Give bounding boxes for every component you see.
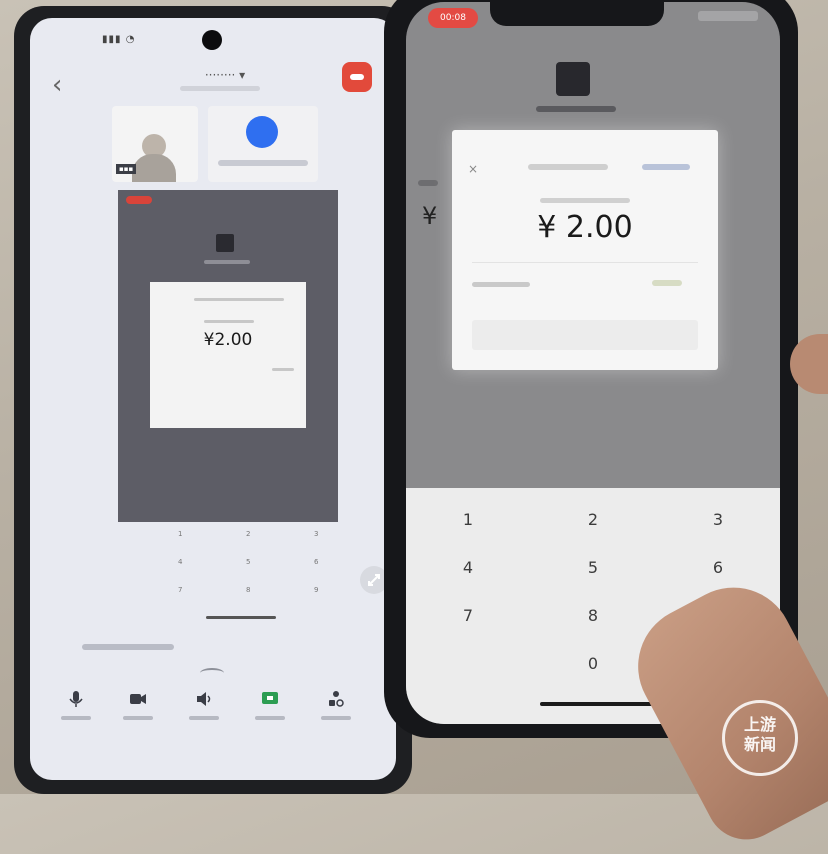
home-indicator xyxy=(540,702,664,706)
participant-body xyxy=(132,154,176,182)
payee-name xyxy=(536,106,616,112)
shared-amount: ¥2.00 xyxy=(203,330,253,350)
key-6[interactable]: 6 xyxy=(656,544,780,592)
notch xyxy=(490,2,664,26)
watermark-line: 新闻 xyxy=(743,735,776,754)
shared-key: 1 xyxy=(178,530,183,538)
key-0[interactable]: 0 xyxy=(531,640,655,688)
shared-dialog-link xyxy=(272,368,294,371)
shared-recording-indicator xyxy=(126,196,152,204)
shared-keypad: 1 2 3 4 5 6 7 8 9 xyxy=(118,516,338,616)
tool-label xyxy=(189,716,219,720)
front-camera xyxy=(202,30,222,50)
payment-method xyxy=(472,282,530,287)
tool-label xyxy=(123,716,153,720)
tool-label xyxy=(255,716,285,720)
microphone-button[interactable] xyxy=(50,690,102,720)
participant-tag: ▪▪▪ xyxy=(116,164,137,174)
watermark-logo: 上游 新闻 xyxy=(722,700,798,776)
speaker-button[interactable] xyxy=(178,690,230,720)
shared-key: 7 xyxy=(178,586,183,594)
key-7[interactable]: 7 xyxy=(406,592,530,640)
call-caption xyxy=(82,644,174,650)
shared-key: 2 xyxy=(246,530,251,538)
share-screen-button[interactable] xyxy=(244,690,296,720)
share-screen-icon xyxy=(262,692,278,704)
shared-key: 9 xyxy=(314,586,319,594)
shared-home-indicator xyxy=(206,616,276,619)
status-icons xyxy=(698,11,758,21)
shared-payment-dialog: ¥2.00 xyxy=(150,282,306,428)
dialog-link[interactable] xyxy=(642,164,690,170)
back-chevron-icon[interactable]: ‹ xyxy=(52,70,62,100)
key-2[interactable]: 2 xyxy=(531,496,655,544)
microphone-icon xyxy=(69,691,83,707)
other-participant-thumbnail[interactable] xyxy=(208,106,318,182)
shared-key: 4 xyxy=(178,558,183,566)
more-apps-button[interactable] xyxy=(310,690,362,720)
shared-screen-view: ¥2.00 xyxy=(118,190,338,522)
key-5[interactable]: 5 xyxy=(531,544,655,592)
confirm-button[interactable] xyxy=(472,320,698,350)
call-title: ········ ▾ xyxy=(204,68,246,82)
tool-label xyxy=(61,716,91,720)
more-apps-icon xyxy=(329,691,344,707)
close-icon[interactable]: × xyxy=(468,162,478,176)
tool-label xyxy=(321,716,351,720)
call-toolbar xyxy=(30,690,396,750)
change-method-link[interactable] xyxy=(652,280,682,286)
dialog-title xyxy=(528,164,608,170)
speaker-icon xyxy=(197,692,211,706)
shared-payee-avatar xyxy=(216,234,234,252)
shared-dialog-subtitle xyxy=(204,320,254,323)
toolbar-handle-icon[interactable] xyxy=(200,668,224,678)
divider xyxy=(472,262,698,263)
left-phone: ▮▮▮ ◔ ‹ ········ ▾ ▪▪▪ ¥2.00 1 2 3 4 5 6… xyxy=(14,6,412,794)
amount-label xyxy=(418,180,438,186)
self-video-thumbnail[interactable]: ▪▪▪ xyxy=(112,106,198,182)
hangup-icon[interactable] xyxy=(342,62,372,92)
shared-payee-name xyxy=(204,260,250,264)
status-bar: ▮▮▮ ◔ xyxy=(102,34,136,45)
shared-key: 3 xyxy=(314,530,319,538)
dialog-subtitle xyxy=(452,196,718,206)
shared-key: 5 xyxy=(246,558,251,566)
shared-dialog-title xyxy=(194,298,284,301)
call-subtitle xyxy=(180,86,260,91)
recording-indicator: 00:08 xyxy=(428,8,478,28)
amount-currency: ¥ xyxy=(422,202,438,230)
key-4[interactable]: 4 xyxy=(406,544,530,592)
payee-avatar xyxy=(556,62,590,96)
key-3[interactable]: 3 xyxy=(656,496,780,544)
photo-scene: ▮▮▮ ◔ ‹ ········ ▾ ▪▪▪ ¥2.00 1 2 3 4 5 6… xyxy=(0,0,828,854)
shared-key: 6 xyxy=(314,558,319,566)
payment-amount: ¥ 2.00 xyxy=(537,210,633,245)
shared-key: 8 xyxy=(246,586,251,594)
watermark-line: 上游 xyxy=(743,715,776,734)
key-8[interactable]: 8 xyxy=(531,592,655,640)
camera-button[interactable] xyxy=(112,690,164,720)
camera-icon xyxy=(130,694,146,704)
payment-dialog: × ¥ 2.00 xyxy=(452,130,718,370)
watermark-text: 上游 新闻 xyxy=(725,715,795,755)
left-phone-screen: ▮▮▮ ◔ ‹ ········ ▾ ▪▪▪ ¥2.00 1 2 3 4 5 6… xyxy=(30,18,396,780)
key-1[interactable]: 1 xyxy=(406,496,530,544)
avatar xyxy=(246,116,278,148)
participant-name xyxy=(218,160,308,166)
